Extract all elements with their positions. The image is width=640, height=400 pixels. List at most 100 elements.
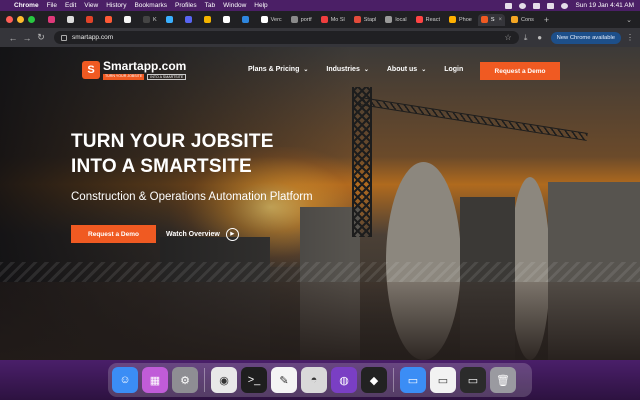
dock-downloads-icon[interactable]: ▭: [400, 367, 426, 393]
control-center-icon[interactable]: [561, 2, 569, 9]
tab-favicon-icon: [184, 16, 192, 23]
forward-icon[interactable]: →: [20, 33, 34, 43]
menu-app-chrome[interactable]: Chrome: [14, 2, 39, 9]
bookmark-star-icon[interactable]: ☆: [505, 33, 512, 42]
tab-favicon-icon: [165, 16, 173, 23]
browser-tab[interactable]: [45, 14, 61, 26]
browser-tab[interactable]: Stapl: [351, 14, 380, 26]
nav-about-us[interactable]: About us ⌄: [387, 66, 426, 73]
tab-favicon-icon: [449, 16, 456, 23]
watch-overview-button[interactable]: Watch Overview ▶: [166, 225, 239, 243]
browser-menu-icon[interactable]: ⋮: [626, 33, 634, 42]
browser-tab[interactable]: React: [413, 14, 443, 26]
close-window-icon[interactable]: [6, 16, 13, 23]
tab-list: K Verc portf Mo Sl Stapl local React Phoe S × Cons: [45, 13, 540, 26]
browser-tab[interactable]: Mo Sl: [318, 14, 348, 26]
macos-dock: ☺ ▦ ⚙ ◉ >_ ✎ ◓ ◍ ◆ ▭ ▭ ▭ 🗑: [108, 363, 532, 397]
status-app-icon[interactable]: [519, 2, 527, 9]
menu-profiles[interactable]: Profiles: [175, 2, 197, 9]
menu-tab[interactable]: Tab: [205, 2, 215, 9]
browser-tab[interactable]: [121, 14, 137, 26]
tab-title: local: [395, 16, 407, 23]
chrome-update-button[interactable]: New Chrome available: [550, 31, 621, 44]
browser-tab[interactable]: [163, 14, 179, 26]
tab-favicon-icon: [222, 16, 230, 23]
menubar-clock[interactable]: Sun 19 Jan 4:41 AM: [575, 2, 634, 9]
profile-avatar-icon[interactable]: ●: [533, 33, 547, 42]
menu-help[interactable]: Help: [254, 2, 267, 9]
tab-title: Verc: [270, 16, 282, 23]
browser-tab[interactable]: [64, 14, 80, 26]
browser-tab[interactable]: Cons: [508, 14, 537, 26]
watch-overview-label: Watch Overview: [166, 230, 220, 238]
dock-mysql-workbench-icon[interactable]: ◓: [301, 367, 327, 393]
reload-icon[interactable]: ↻: [34, 32, 48, 43]
tab-favicon-icon: [86, 16, 93, 23]
dock-unity-icon[interactable]: ◆: [361, 367, 387, 393]
dock-trash-icon[interactable]: 🗑: [490, 367, 516, 393]
tab-title: Stapl: [363, 16, 377, 23]
dock-separator: [393, 368, 394, 392]
tab-search-chevron-icon[interactable]: ⌄: [626, 16, 632, 24]
browser-tab[interactable]: K: [140, 14, 160, 26]
browser-tab[interactable]: Verc: [258, 14, 285, 26]
hero-request-demo-button[interactable]: Request a Demo: [71, 225, 156, 243]
browser-tab[interactable]: local: [382, 14, 409, 26]
nav-industries[interactable]: Industries ⌄: [326, 66, 368, 73]
dock-textedit-icon[interactable]: ✎: [271, 367, 297, 393]
dock-terminal-icon[interactable]: >_: [241, 367, 267, 393]
menu-window[interactable]: Window: [223, 2, 246, 9]
browser-tab[interactable]: portf: [288, 14, 315, 26]
nav-industries-label: Industries: [326, 66, 360, 73]
nav-login-link[interactable]: Login: [444, 66, 463, 73]
tab-title: Cons: [521, 16, 534, 23]
address-url: smartapp.com: [71, 34, 114, 41]
menu-bookmarks[interactable]: Bookmarks: [134, 2, 167, 9]
menu-view[interactable]: View: [84, 2, 98, 9]
macos-menu-bar: Chrome File Edit View History Bookmarks …: [0, 0, 640, 11]
logo-tagline: TURN YOUR JOBSITE INTO A SMARTSITE: [103, 74, 187, 80]
browser-tab[interactable]: [83, 14, 99, 26]
browser-tab[interactable]: [201, 14, 217, 26]
tab-title: React: [425, 16, 440, 23]
tab-title: Mo Sl: [330, 16, 345, 23]
menu-file[interactable]: File: [47, 2, 57, 9]
status-app-icon[interactable]: [505, 2, 513, 9]
nav-plans-pricing[interactable]: Plans & Pricing ⌄: [248, 66, 308, 73]
zoom-window-icon[interactable]: [28, 16, 35, 23]
address-bar[interactable]: smartapp.com ☆: [53, 31, 519, 44]
browser-tab[interactable]: [220, 14, 236, 26]
tab-favicon-icon: [290, 16, 298, 23]
browser-tab[interactable]: [182, 14, 198, 26]
logo-tagline-left: TURN YOUR JOBSITE: [103, 74, 145, 80]
site-info-icon[interactable]: [60, 34, 67, 41]
dock-screen-recording-icon[interactable]: ▭: [460, 367, 486, 393]
dock-github-desktop-icon[interactable]: ◍: [331, 367, 357, 393]
menu-edit[interactable]: Edit: [65, 2, 76, 9]
back-icon[interactable]: ←: [6, 33, 20, 43]
search-icon[interactable]: [547, 2, 555, 9]
close-tab-icon[interactable]: ×: [499, 17, 503, 23]
header-request-demo-button[interactable]: Request a Demo: [480, 62, 560, 80]
tab-active[interactable]: S ×: [477, 13, 506, 26]
dock-screenshot-icon[interactable]: ▭: [430, 367, 456, 393]
browser-tab[interactable]: [102, 14, 118, 26]
browser-tab[interactable]: Phoe: [446, 14, 475, 26]
chevron-down-icon: ⌄: [303, 67, 309, 73]
wifi-icon[interactable]: [533, 2, 541, 9]
site-logo[interactable]: S Smartapp.com TURN YOUR JOBSITE INTO A …: [82, 59, 186, 80]
dock-chrome-icon[interactable]: ◉: [211, 367, 237, 393]
dock-system-settings-icon[interactable]: ⚙: [172, 367, 198, 393]
hero-title-line-1: TURN YOUR JOBSITE: [71, 131, 274, 152]
downloads-icon[interactable]: ⤓: [519, 33, 533, 43]
menu-history[interactable]: History: [106, 2, 126, 9]
window-controls: [6, 16, 35, 23]
dock-finder-icon[interactable]: ☺: [112, 367, 138, 393]
new-tab-icon[interactable]: +: [544, 15, 549, 25]
tab-title: S: [490, 16, 495, 23]
dock-launchpad-icon[interactable]: ▦: [142, 367, 168, 393]
minimize-window-icon[interactable]: [17, 16, 24, 23]
tab-favicon-icon: [320, 16, 328, 23]
browser-tab[interactable]: [239, 14, 255, 26]
tab-favicon-icon: [480, 16, 488, 23]
